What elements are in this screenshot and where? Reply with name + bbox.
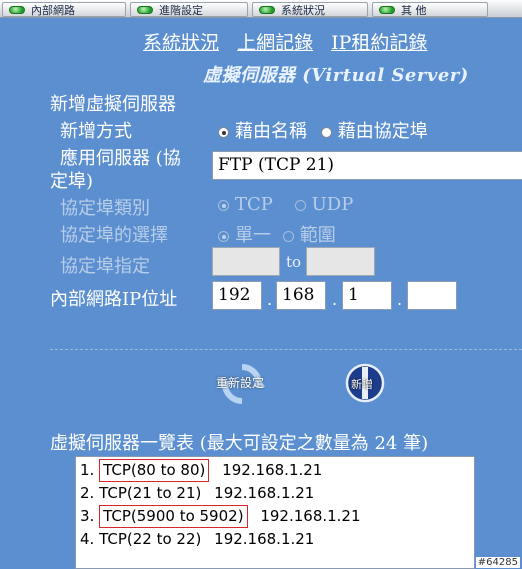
ip-label: 內部網路IP位址 [50, 289, 178, 310]
port-from-input[interactable] [212, 247, 280, 276]
green-pill-icon [137, 5, 153, 14]
tab-advanced-settings[interactable]: 進階設定 [130, 2, 248, 17]
proto-type-label: 協定埠類別 [60, 198, 150, 219]
radio-single[interactable] [218, 230, 229, 242]
top-nav: 內部網路 進階設定 系統狀況 其 他 [0, 0, 522, 18]
virtual-server-list[interactable]: 1. TCP(80 to 80) 192.168.1.21 2. TCP(21 … [75, 456, 475, 569]
add-button[interactable]: 新增 [345, 363, 385, 403]
proto-radio-group: TCP UDP [218, 194, 353, 215]
ip-dot: . [332, 290, 338, 309]
method-radio-group: 藉由名稱 藉由協定埠 [218, 117, 428, 143]
link-dhcp-lease-log[interactable]: IP租約記錄 [331, 32, 427, 54]
port-radio-group: 單一 範圍 [218, 221, 336, 247]
server-select[interactable]: FTP (TCP 21) [212, 151, 522, 180]
tab-label: 進階設定 [159, 3, 203, 17]
tab-other[interactable]: 其 他 [372, 2, 488, 17]
list-item-ip: 192.168.1.21 [222, 461, 323, 479]
section-label: 新增虛擬伺服器 [50, 94, 176, 115]
list-item-number: 4. [80, 530, 95, 548]
radio-by-name[interactable] [218, 126, 229, 138]
radio-by-port-label: 藉由協定埠 [337, 121, 428, 142]
radio-tcp[interactable] [218, 199, 229, 211]
port-to-input[interactable] [306, 247, 375, 276]
tab-internal-network[interactable]: 內部網路 [2, 2, 126, 17]
server-label-line2: 定埠) [50, 171, 94, 192]
reset-button-label: 重新設定 [216, 376, 265, 390]
radio-by-name-label: 藉由名稱 [235, 121, 307, 142]
green-pill-icon [259, 5, 275, 14]
list-item[interactable]: 1. TCP(80 to 80) 192.168.1.21 [76, 459, 474, 482]
ip-octet-1[interactable]: 192 [212, 281, 262, 310]
reset-button[interactable]: 重新設定 [214, 363, 270, 405]
list-item-protocol: TCP(5900 to 5902) [99, 505, 248, 528]
link-access-log[interactable]: 上網記錄 [237, 32, 313, 54]
port-spec-label: 協定埠指定 [60, 256, 150, 277]
green-pill-icon [9, 5, 25, 14]
radio-tcp-label: TCP [235, 194, 273, 215]
tab-label: 系統狀況 [281, 3, 325, 17]
list-title: 虛擬伺服器一覽表 (最大可設定之數量為 24 筆) [50, 433, 429, 454]
page-title: 虛擬伺服器 (Virtual Server) [203, 65, 469, 86]
tab-label: 其 他 [401, 3, 427, 17]
list-item[interactable]: 3. TCP(5900 to 5902) 192.168.1.21 [76, 505, 474, 528]
port-select-label: 協定埠的選擇 [60, 225, 168, 246]
tab-system-status[interactable]: 系統狀況 [252, 2, 368, 17]
radio-range[interactable] [282, 230, 294, 242]
radio-by-port[interactable] [320, 126, 332, 138]
port-to-word: to [286, 253, 302, 271]
list-item-ip: 192.168.1.21 [260, 507, 361, 525]
radio-udp[interactable] [294, 199, 306, 211]
list-item-protocol: TCP(80 to 80) [99, 459, 210, 482]
list-item-ip: 192.168.1.21 [214, 484, 315, 502]
add-button-label: 新增 [351, 378, 373, 391]
list-item-number: 1. [80, 461, 95, 479]
sub-links: 系統狀況 上網記錄 IP租約記錄 [143, 28, 439, 55]
tab-label: 內部網路 [31, 3, 75, 17]
ip-octet-4[interactable] [407, 281, 457, 310]
ip-octet-3[interactable]: 1 [342, 281, 392, 310]
radio-udp-label: UDP [311, 194, 354, 215]
ip-octet-2[interactable]: 168 [276, 281, 326, 310]
link-system-status[interactable]: 系統狀況 [143, 32, 219, 54]
list-item-ip: 192.168.1.21 [214, 530, 315, 548]
list-item-number: 2. [80, 484, 95, 502]
list-item-protocol: TCP(22 to 22) [99, 530, 202, 548]
radio-range-label: 範圍 [299, 225, 336, 246]
watermark: #64285 [475, 557, 520, 568]
section-divider [50, 349, 522, 350]
list-item[interactable]: 2. TCP(21 to 21) 192.168.1.21 [76, 482, 474, 505]
list-item-number: 3. [80, 507, 95, 525]
ip-dot: . [397, 290, 403, 309]
green-pill-icon [379, 5, 395, 14]
ip-dot: . [267, 290, 273, 309]
list-item-protocol: TCP(21 to 21) [99, 484, 202, 502]
radio-single-label: 單一 [235, 225, 271, 246]
list-item[interactable]: 4. TCP(22 to 22) 192.168.1.21 [76, 528, 474, 551]
method-label: 新增方式 [60, 121, 132, 142]
